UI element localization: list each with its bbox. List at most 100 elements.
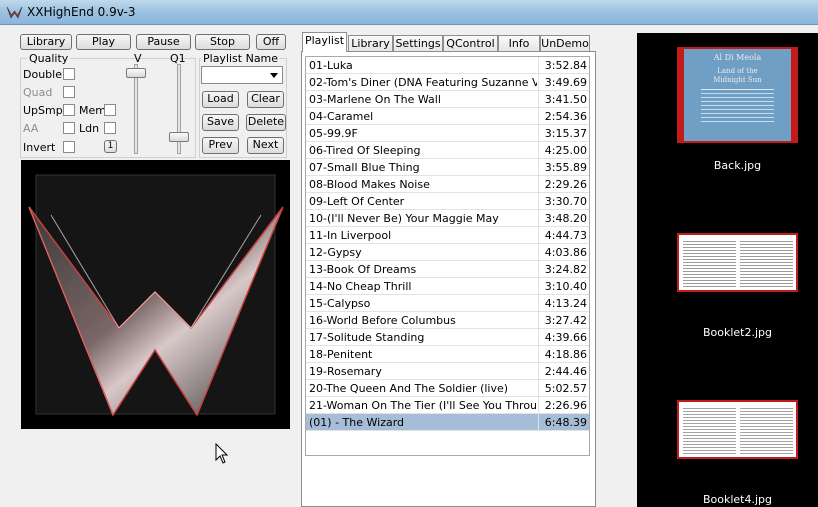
- title-bar[interactable]: XXHighEnd 0.9v-3: [0, 0, 818, 25]
- booklet4-page-left: [683, 406, 736, 455]
- playlist-row[interactable]: 11-In Liverpool 4:44.73: [306, 227, 589, 244]
- library-button[interactable]: Library: [20, 34, 72, 50]
- track-name: 15-Calypso: [309, 297, 371, 310]
- playlist-row[interactable]: (01) - The Wizard 6:48.39: [306, 414, 589, 431]
- q1-slider-thumb[interactable]: [169, 132, 189, 142]
- tab-settings[interactable]: Settings: [393, 35, 443, 51]
- tab-info[interactable]: Info: [498, 35, 540, 51]
- track-name: 02-Tom's Diner (DNA Featuring Suzanne Ve…: [309, 76, 537, 89]
- column-separator: [538, 312, 539, 329]
- play-button[interactable]: Play: [76, 34, 131, 50]
- delete-button[interactable]: Delete: [246, 114, 286, 131]
- track-name: 07-Small Blue Thing: [309, 161, 420, 174]
- track-duration: 3:15.37: [544, 127, 587, 140]
- track-duration: 3:27.42: [544, 314, 587, 327]
- column-separator: [538, 397, 539, 414]
- ldn-label: Ldn: [79, 122, 100, 135]
- playlist-row[interactable]: 15-Calypso 4:13.24: [306, 295, 589, 312]
- column-separator: [538, 193, 539, 210]
- track-name: 18-Penitent: [309, 348, 373, 361]
- v-slider-thumb[interactable]: [126, 68, 146, 78]
- mem-checkbox[interactable]: [104, 104, 116, 116]
- save-button[interactable]: Save: [202, 114, 239, 131]
- playlist-row[interactable]: 09-Left Of Center 3:30.70: [306, 193, 589, 210]
- tab-qcontrol[interactable]: QControl: [443, 35, 498, 51]
- cover-art-panel: [21, 160, 290, 429]
- track-duration: 3:30.70: [544, 195, 587, 208]
- ldn-checkbox[interactable]: [104, 122, 116, 134]
- playlist-row[interactable]: 05-99.9F 3:15.37: [306, 125, 589, 142]
- track-duration: 4:13.24: [544, 297, 587, 310]
- upsmp-label: UpSmp: [23, 104, 63, 117]
- quad-checkbox[interactable]: [63, 86, 75, 98]
- tab-library[interactable]: Library: [348, 35, 393, 51]
- playlist-row[interactable]: 06-Tired Of Sleeping 4:25.00: [306, 142, 589, 159]
- double-checkbox[interactable]: [63, 68, 75, 80]
- playlist-row[interactable]: 20-The Queen And The Soldier (live) 5:02.…: [306, 380, 589, 397]
- small-one-button[interactable]: 1: [104, 140, 117, 153]
- playlist-row[interactable]: 07-Small Blue Thing 3:55.89: [306, 159, 589, 176]
- playlist-name-select[interactable]: [201, 66, 283, 84]
- track-duration: 2:54.36: [544, 110, 587, 123]
- track-name: 10-(I'll Never Be) Your Maggie May: [309, 212, 499, 225]
- aa-label: AA: [23, 122, 39, 135]
- mouse-cursor-icon: [215, 443, 229, 464]
- upsmp-checkbox[interactable]: [63, 104, 75, 116]
- track-name: 03-Marlene On The Wall: [309, 93, 441, 106]
- prev-button[interactable]: Prev: [202, 137, 239, 154]
- playlist-row[interactable]: 19-Rosemary 2:44.46: [306, 363, 589, 380]
- thumbnail-booklet2[interactable]: [677, 233, 798, 292]
- dropdown-arrow-icon: [270, 73, 278, 78]
- double-label: Double: [23, 68, 62, 81]
- tab-undemo[interactable]: UnDemo: [540, 35, 590, 51]
- thumbnail-booklet4[interactable]: [677, 400, 798, 459]
- playlist-table[interactable]: 01-Luka 3:52.84 02-Tom's Diner (DNA Featur…: [305, 56, 590, 456]
- track-name: 13-Book Of Dreams: [309, 263, 417, 276]
- quad-label: Quad: [23, 86, 53, 99]
- playlist-row[interactable]: 12-Gypsy 4:03.86: [306, 244, 589, 261]
- playlist-name-title: Playlist Name: [201, 52, 281, 65]
- invert-checkbox[interactable]: [63, 141, 75, 153]
- cover-artist: Al Di Meola: [713, 53, 762, 62]
- playlist-row[interactable]: 01-Luka 3:52.84: [306, 57, 589, 74]
- playlist-row[interactable]: 03-Marlene On The Wall 3:41.50: [306, 91, 589, 108]
- track-duration: 4:03.86: [544, 246, 587, 259]
- pause-button[interactable]: Pause: [136, 34, 191, 50]
- playlist-row[interactable]: 21-Woman On The Tier (I'll See You Throu…: [306, 397, 589, 414]
- quality-group-title: Quality: [27, 52, 71, 65]
- column-separator: [538, 329, 539, 346]
- cover-spine-right: [791, 49, 796, 141]
- track-name: 01-Luka: [309, 59, 353, 72]
- playlist-row[interactable]: 08-Blood Makes Noise 2:29.26: [306, 176, 589, 193]
- playlist-row[interactable]: 17-Solitude Standing 4:39.66: [306, 329, 589, 346]
- track-duration: 6:48.39: [544, 416, 587, 429]
- booklet2-page-right: [740, 239, 793, 288]
- track-duration: 3:55.89: [544, 161, 587, 174]
- clear-button[interactable]: Clear: [247, 91, 284, 108]
- track-name: 11-In Liverpool: [309, 229, 392, 242]
- aa-checkbox[interactable]: [63, 122, 75, 134]
- off-button[interactable]: Off: [256, 34, 286, 50]
- stop-button[interactable]: Stop: [195, 34, 250, 50]
- playlist-row[interactable]: 04-Caramel 2:54.36: [306, 108, 589, 125]
- load-button[interactable]: Load: [202, 91, 239, 108]
- playlist-row[interactable]: 14-No Cheap Thrill 3:10.40: [306, 278, 589, 295]
- tab-playlist[interactable]: Playlist: [302, 32, 347, 52]
- thumbnail-caption-booklet4: Booklet4.jpg: [702, 493, 773, 506]
- thumbnail-back[interactable]: Al Di Meola Land of the Midnight Sun: [677, 47, 798, 143]
- track-name: (01) - The Wizard: [309, 416, 405, 429]
- booklet2-page-left: [683, 239, 736, 288]
- track-duration: 4:25.00: [544, 144, 587, 157]
- track-name: 14-No Cheap Thrill: [309, 280, 412, 293]
- playlist-row[interactable]: 02-Tom's Diner (DNA Featuring Suzanne Ve…: [306, 74, 589, 91]
- column-separator: [538, 278, 539, 295]
- column-separator: [538, 108, 539, 125]
- playlist-row[interactable]: 16-World Before Columbus 3:27.42: [306, 312, 589, 329]
- playlist-row[interactable]: 13-Book Of Dreams 3:24.82: [306, 261, 589, 278]
- next-button[interactable]: Next: [247, 137, 284, 154]
- mem-label: Mem: [79, 104, 106, 117]
- track-duration: 3:49.69: [544, 76, 587, 89]
- booklet4-page-right: [740, 406, 793, 455]
- playlist-row[interactable]: 10-(I'll Never Be) Your Maggie May 3:48.2…: [306, 210, 589, 227]
- playlist-row[interactable]: 18-Penitent 4:18.86: [306, 346, 589, 363]
